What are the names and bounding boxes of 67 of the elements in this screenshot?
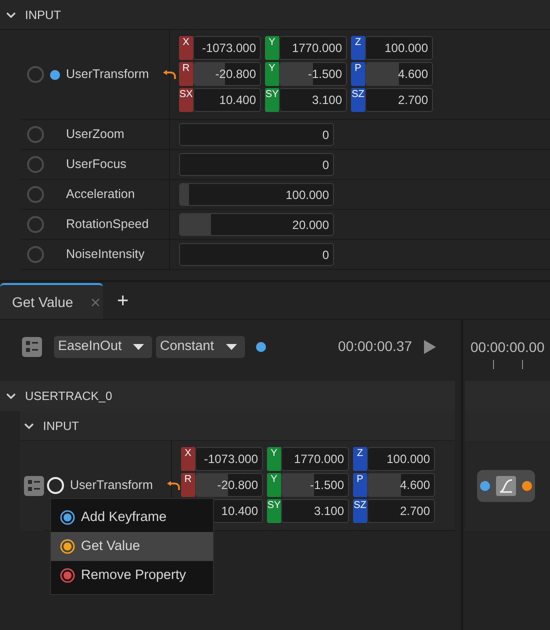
property-name: RotationSpeed [66,216,149,234]
list-icon[interactable] [24,476,44,496]
property-name: UserFocus [66,156,126,174]
number-field[interactable]: 3.100 [279,88,347,112]
menu-item[interactable]: Remove Property [51,561,213,590]
number-field[interactable]: 100.000 [179,183,334,206]
number-field[interactable]: 0 [179,243,334,266]
add-tab-button[interactable]: + [103,283,143,319]
number-field[interactable]: 4.600 [367,473,435,497]
number-field[interactable]: 4.600 [365,62,433,86]
number-field[interactable]: 100.000 [367,447,435,471]
number-field[interactable]: -1.500 [281,473,349,497]
curve-icon [496,476,516,496]
axis-tag: SZ [351,88,365,112]
axis-tag: R [179,62,193,86]
property-name: UserZoom [66,126,124,144]
number-field[interactable]: 20.000 [179,213,334,236]
undo-icon[interactable] [162,70,176,80]
axis-tag: Z [353,447,367,471]
axis-tag: Z [351,36,365,60]
axis-tag: R [181,473,195,497]
number-field[interactable]: -1073.000 [195,447,263,471]
caret-icon [133,344,144,350]
tab[interactable]: Get Value [0,283,103,319]
dropdown[interactable]: Constant [156,336,245,358]
caret-icon [226,344,237,350]
axis-tag: SX [179,88,193,112]
list-icon[interactable] [22,336,42,356]
play-icon[interactable] [424,340,436,354]
ruler-time: 00:00:00.00 [470,338,544,357]
axis-tag: X [179,36,193,60]
current-time: 00:00:00.37 [338,337,412,356]
number-field[interactable]: 1770.000 [281,447,349,471]
section-title: INPUT [25,6,61,24]
axis-tag: X [181,447,195,471]
number-field[interactable]: 2.700 [367,499,435,523]
number-field[interactable]: 10.400 [193,88,261,112]
number-field[interactable]: -1073.000 [193,36,261,60]
axis-tag: P [351,62,365,86]
close-icon[interactable] [91,298,100,306]
property-name: NoiseIntensity [66,246,145,264]
curve-node[interactable] [477,470,535,502]
number-field[interactable]: 0 [179,123,334,146]
axis-tag: P [353,473,367,497]
axis-tag: Y [265,36,279,60]
property-name: UserTransform [70,477,153,494]
axis-tag: Y [267,447,281,471]
axis-tag: Y [265,62,279,86]
number-field[interactable]: -1.500 [279,62,347,86]
number-field[interactable]: -20.800 [193,62,261,86]
number-field[interactable]: 2.700 [365,88,433,112]
axis-tag: SY [267,499,281,523]
number-field[interactable]: 1770.000 [279,36,347,60]
undo-icon[interactable] [166,480,180,490]
axis-tag: SZ [353,499,367,523]
number-field[interactable]: 3.100 [281,499,349,523]
property-name: UserTransform [66,66,149,84]
number-field[interactable]: -20.800 [195,473,263,497]
menu-item[interactable]: Get Value [51,532,213,561]
track-title: USERTRACK_0 [25,388,112,405]
number-field[interactable]: 100.000 [365,36,433,60]
dropdown[interactable]: EaseInOut [54,336,152,358]
axis-tag: SY [265,88,279,112]
property-name: Acceleration [66,186,135,204]
number-field[interactable]: 0 [179,153,334,176]
axis-tag: Y [267,473,281,497]
section-title: INPUT [43,418,79,434]
